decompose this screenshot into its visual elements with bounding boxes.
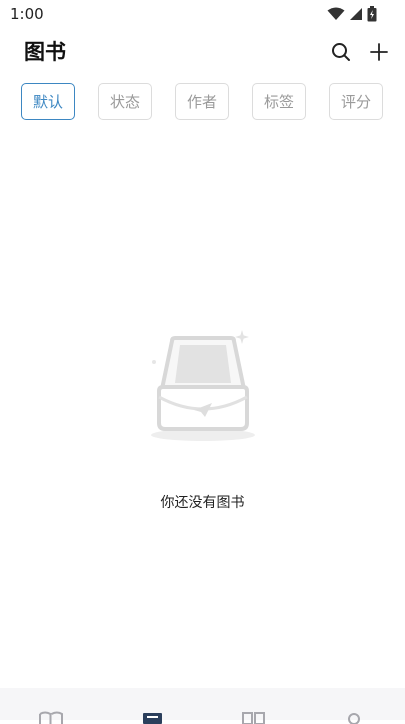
search-button[interactable] (327, 38, 355, 66)
nav-item-collections[interactable] (241, 710, 267, 724)
columns-icon (242, 712, 265, 724)
nav-item-reading[interactable] (38, 710, 64, 724)
app-header: 图书 (0, 30, 405, 74)
status-bar: 1:00 (0, 0, 405, 30)
filter-chip-rating[interactable]: 评分 (329, 83, 383, 120)
empty-state-message: 你还没有图书 (160, 495, 245, 511)
filter-chip-default[interactable]: 默认 (21, 83, 75, 120)
add-icon (370, 43, 388, 61)
page-title: 图书 (24, 40, 66, 64)
nav-item-profile[interactable] (342, 710, 368, 724)
add-button[interactable] (365, 38, 393, 66)
battery-icon (367, 6, 377, 22)
empty-inbox-icon (145, 325, 263, 450)
open-book-icon (39, 711, 63, 724)
filter-chip-status[interactable]: 状态 (98, 83, 152, 120)
status-time: 1:00 (10, 5, 44, 23)
filter-chip-tag[interactable]: 标签 (252, 83, 306, 120)
filter-row: 默认 状态 作者 标签 评分 (0, 83, 405, 123)
filter-chip-author[interactable]: 作者 (175, 83, 229, 120)
profile-icon (348, 713, 360, 724)
cellular-signal-icon (350, 8, 362, 20)
search-icon (332, 43, 350, 61)
status-icons (323, 6, 377, 22)
wifi-icon (327, 7, 345, 20)
bottom-nav (0, 688, 405, 724)
bookshelf-icon (143, 713, 162, 724)
nav-item-books[interactable] (140, 710, 166, 724)
